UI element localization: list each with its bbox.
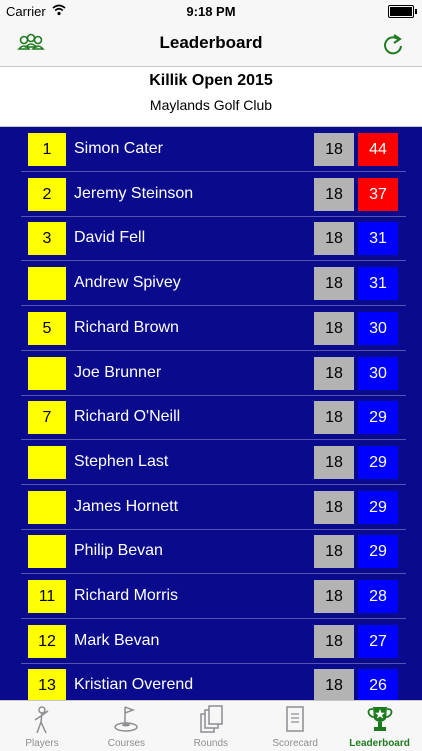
stableford-points: 29	[358, 490, 398, 524]
position-box	[28, 535, 66, 569]
tab-rounds[interactable]: Rounds	[169, 701, 253, 751]
table-row[interactable]: 5 Richard Brown 18 30	[21, 306, 406, 351]
page-title: Leaderboard	[159, 33, 263, 52]
holes-played: 18	[314, 490, 354, 524]
position-box: 11	[28, 580, 66, 613]
table-row[interactable]: 12 Mark Bevan 18 27	[21, 619, 406, 664]
holes-played: 18	[314, 624, 354, 658]
position-box: 3	[28, 222, 66, 256]
table-row[interactable]: 1 Simon Cater 18 44	[21, 127, 406, 172]
holes-played: 18	[314, 311, 354, 345]
table-row[interactable]: Joe Brunner 18 30	[21, 351, 406, 396]
player-name: Philip Bevan	[74, 542, 163, 560]
stableford-points: 27	[358, 624, 398, 658]
stableford-points: 28	[358, 580, 398, 613]
player-name: Richard Morris	[74, 587, 179, 604]
holes-played: 18	[314, 133, 354, 166]
tab-scorecard[interactable]: Scorecard	[253, 701, 337, 751]
cards-icon	[200, 705, 223, 733]
table-row[interactable]: 2 Jeremy Steinson 18 37	[21, 172, 406, 217]
club-name: Maylands Golf Club	[149, 97, 273, 113]
tab-label: Leaderboard	[349, 738, 410, 749]
notebook-icon	[286, 706, 304, 732]
stableford-points: 31	[358, 222, 398, 256]
stableford-points: 29	[358, 535, 398, 569]
player-name: Stephen Last	[74, 452, 169, 470]
status-time: 9:18 PM	[186, 4, 236, 19]
stableford-points: 44	[358, 133, 398, 166]
player-name: Joe Brunner	[74, 363, 162, 381]
position-box	[28, 490, 66, 524]
stableford-points: 37	[358, 177, 398, 211]
tab-courses[interactable]: Courses	[84, 701, 168, 751]
table-row[interactable]: 11 Richard Morris 18 28	[21, 574, 406, 619]
player-name: Simon Cater	[74, 140, 163, 157]
holes-played: 18	[314, 535, 354, 569]
table-row[interactable]: James Hornett 18 29	[21, 485, 406, 530]
position-box: 2	[28, 177, 66, 211]
table-row[interactable]: 7 Richard O'Neill 18 29	[21, 395, 406, 441]
position-box: 1	[28, 133, 66, 166]
navigation-bar: Leaderboard	[0, 22, 422, 67]
holes-played: 18	[314, 580, 354, 613]
player-name: Richard Brown	[74, 318, 179, 336]
tab-label: Scorecard	[272, 738, 318, 749]
status-bar: Carrier 9:18 PM	[0, 0, 422, 22]
position-box	[28, 356, 66, 390]
holes-played: 18	[314, 356, 354, 390]
table-row[interactable]: 13 Kristian Overend 18 26	[21, 663, 406, 700]
stableford-points: 29	[358, 445, 398, 479]
table-row[interactable]: 3 David Fell 18 31	[21, 216, 406, 262]
tab-players[interactable]: Players	[0, 701, 84, 751]
position-box: 7	[28, 401, 66, 435]
battery-icon	[388, 5, 417, 18]
stableford-points: 29	[358, 401, 398, 435]
golfer-icon	[34, 706, 49, 734]
stableford-points: 30	[358, 311, 398, 345]
table-row[interactable]: Stephen Last 18 29	[21, 440, 406, 485]
player-name: Jeremy Steinson	[74, 184, 194, 202]
position-box	[28, 267, 66, 301]
player-name: David Fell	[74, 229, 146, 247]
table-row[interactable]: Andrew Spivey 18 31	[21, 261, 406, 307]
holes-played: 18	[314, 669, 354, 700]
holes-played: 18	[314, 177, 354, 211]
trophy-icon	[367, 707, 392, 731]
tab-leaderboard[interactable]: Leaderboard	[338, 701, 422, 751]
refresh-icon[interactable]	[380, 30, 406, 58]
leaderboard-list[interactable]: 1 Simon Cater 18 44 2 Jeremy Steinson 18 37 3 Dav…	[0, 127, 422, 700]
stableford-points: 26	[358, 669, 398, 700]
player-name: Mark Bevan	[74, 631, 160, 649]
stableford-points: 31	[358, 267, 398, 301]
stableford-points: 30	[358, 356, 398, 390]
event-name: Killik Open 2015	[149, 72, 273, 89]
holes-played: 18	[314, 401, 354, 435]
tab-label: Courses	[107, 738, 146, 749]
player-name: Andrew Spivey	[74, 274, 181, 292]
tab-bar: Players Courses Rounds Scorecard Leaderboard	[0, 700, 422, 751]
position-box: 13	[28, 669, 66, 700]
position-box: 12	[28, 624, 66, 658]
player-name: Richard O'Neill	[74, 408, 181, 426]
holes-played: 18	[314, 445, 354, 479]
player-name: James Hornett	[74, 497, 179, 515]
position-box	[28, 445, 66, 479]
golf-hole-icon	[114, 706, 139, 732]
event-header: Killik Open 2015 Maylands Golf Club	[0, 67, 422, 127]
tab-label: Players	[25, 738, 59, 749]
holes-played: 18	[314, 222, 354, 256]
position-box: 5	[28, 311, 66, 345]
player-name: Kristian Overend	[74, 676, 194, 694]
table-row[interactable]: Philip Bevan 18 29	[21, 529, 406, 575]
tab-label: Rounds	[193, 738, 229, 749]
holes-played: 18	[314, 267, 354, 301]
